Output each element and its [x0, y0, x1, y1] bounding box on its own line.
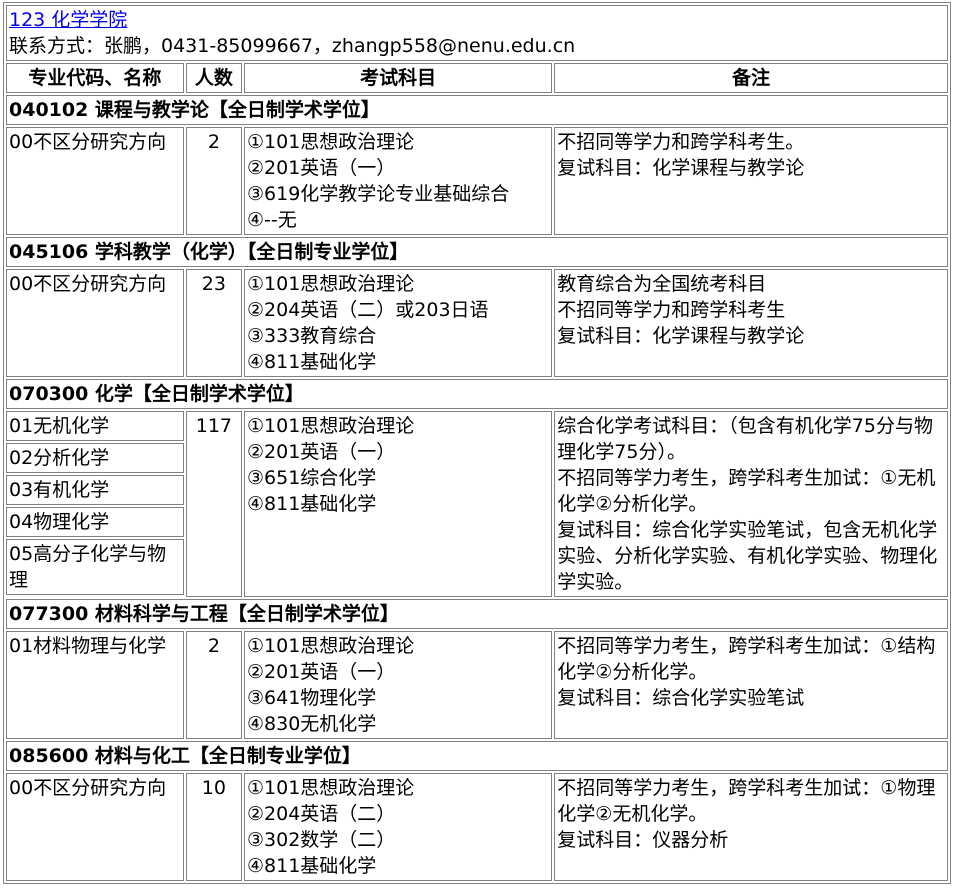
exam-subject-item: ①101思想政治理论 [246, 415, 415, 437]
direction-item: 00不区分研究方向 [9, 273, 167, 295]
exam-subject-item: ③619化学教学论专业基础综合 [246, 183, 510, 205]
section-detail-row: 01无机化学 02分析化学 03有机化学 04物理化学 05高分子化学与物理 117 ①10… [6, 411, 948, 597]
header-row: 专业代码、名称 人数 考试科目 备注 [6, 63, 948, 93]
section-title-row: 070300 化学【全日制学术学位】 [6, 379, 948, 409]
remark-item: 复试科目：仪器分析 [557, 829, 729, 851]
remark-item: 复试科目：化学课程与教学论 [557, 157, 805, 179]
department-cell: 123 化学学院 联系方式：张鹏，0431-85099667，zhangp558… [6, 5, 948, 61]
exam-subject-item: ④811基础化学 [246, 351, 377, 373]
section-title: 077300 材料科学与工程【全日制学术学位】 [6, 599, 948, 629]
remark-item: 不招同等学力和跨学科考生 [557, 299, 786, 321]
remarks: 不招同等学力和跨学科考生。 复试科目：化学课程与教学论 [554, 127, 948, 235]
remark-item: 不招同等学力和跨学科考生。 [557, 131, 805, 153]
exam-subjects: ①101思想政治理论 ②204英语（二）或203日语 ③333教育综合 ④811基础化… [243, 269, 553, 377]
section-detail-row: 00不区分研究方向 23 ①101思想政治理论 ②204英语（二）或203日语 ③333… [6, 269, 948, 377]
direction-item: 03有机化学 [6, 475, 184, 505]
remarks: 综合化学考试科目：（包含有机化学75分与物理化学75分）。 不招同等学力考生，跨学… [554, 411, 948, 597]
remark-item: 不招同等学力考生，跨学科考生加试：①无机化学②分析化学。 [557, 467, 936, 515]
exam-subject-item: ②204英语（二）或203日语 [246, 299, 489, 321]
direction-cell: 00不区分研究方向 [6, 127, 184, 235]
exam-subjects: ①101思想政治理论 ②204英语（二） ③302数学（二） ④811基础化学 [243, 773, 553, 881]
section-detail-row: 00不区分研究方向 2 ①101思想政治理论 ②201英语（一） ③619化学教学论专业… [6, 127, 948, 235]
enrollment-count: 10 [185, 773, 242, 881]
direction-item: 05高分子化学与物理 [6, 539, 184, 595]
direction-item: 04物理化学 [6, 507, 184, 537]
exam-subject-item: ③651综合化学 [246, 467, 377, 489]
section-title-row: 085600 材料与化工【全日制专业学位】 [6, 741, 948, 771]
exam-subject-item: ④830无机化学 [246, 713, 377, 735]
exam-subjects: ①101思想政治理论 ②201英语（一） ③641物理化学 ④830无机化学 [243, 631, 553, 739]
remark-item: 不招同等学力考生，跨学科考生加试：①物理化学②无机化学。 [557, 777, 936, 825]
direction-item: 01材料物理与化学 [9, 635, 167, 657]
remark-item: 复试科目：化学课程与教学论 [557, 325, 805, 347]
section-detail-row: 01材料物理与化学 2 ①101思想政治理论 ②201英语（一） ③641物理化学 ④83… [6, 631, 948, 739]
exam-subject-item: ④811基础化学 [246, 855, 377, 877]
direction-cell: 01无机化学 02分析化学 03有机化学 04物理化学 05高分子化学与物理 [6, 411, 184, 597]
department-row: 123 化学学院 联系方式：张鹏，0431-85099667，zhangp558… [6, 5, 948, 61]
direction-item: 02分析化学 [6, 443, 184, 473]
section-detail-row: 00不区分研究方向 10 ①101思想政治理论 ②204英语（二） ③302数学（二） ④… [6, 773, 948, 881]
direction-cell: 01材料物理与化学 [6, 631, 184, 739]
direction-cell: 00不区分研究方向 [6, 269, 184, 377]
exam-subject-item: ②201英语（一） [246, 661, 396, 683]
enrollment-count: 23 [185, 269, 242, 377]
exam-subjects: ①101思想政治理论 ②201英语（一） ③651综合化学 ④811基础化学 [243, 411, 553, 597]
exam-subject-item: ③302数学（二） [246, 829, 396, 851]
header-notes: 备注 [554, 63, 948, 93]
exam-subject-item: ②204英语（二） [246, 803, 396, 825]
remarks: 不招同等学力考生，跨学科考生加试：①结构化学②分析化学。复试科目：综合化学实验笔… [554, 631, 948, 739]
remark-item: 综合化学考试科目：（包含有机化学75分与物理化学75分）。 [557, 415, 933, 463]
exam-subject-item: ④811基础化学 [246, 493, 377, 515]
exam-subject-item: ④--无 [246, 209, 297, 231]
direction-item: 00不区分研究方向 [9, 777, 167, 799]
remark-item: 教育综合为全国统考科目 [557, 273, 767, 295]
remark-item: 复试科目：综合化学实验笔试 [557, 687, 805, 709]
section-title: 040102 课程与教学论【全日制学术学位】 [6, 95, 948, 125]
enrollment-count: 2 [185, 127, 242, 235]
section-title: 085600 材料与化工【全日制专业学位】 [6, 741, 948, 771]
exam-subject-item: ③333教育综合 [246, 325, 377, 347]
header-subjects: 考试科目 [243, 63, 553, 93]
exam-subjects: ①101思想政治理论 ②201英语（一） ③619化学教学论专业基础综合 ④--无 [243, 127, 553, 235]
remark-item: 不招同等学力考生，跨学科考生加试：①结构化学②分析化学。 [557, 635, 936, 683]
section-title-row: 040102 课程与教学论【全日制学术学位】 [6, 95, 948, 125]
direction-item: 00不区分研究方向 [9, 131, 167, 153]
exam-subject-item: ②201英语（一） [246, 157, 396, 179]
section-title-row: 077300 材料科学与工程【全日制学术学位】 [6, 599, 948, 629]
page: 123 化学学院 联系方式：张鹏，0431-85099667，zhangp558… [0, 0, 967, 884]
remarks: 不招同等学力考生，跨学科考生加试：①物理化学②无机化学。复试科目：仪器分析 [554, 773, 948, 881]
remark-item: 复试科目：综合化学实验笔试，包含无机化学实验、分析化学实验、有机化学实验、物理化… [557, 519, 938, 593]
program-table: 123 化学学院 联系方式：张鹏，0431-85099667，zhangp558… [3, 2, 951, 884]
section-title: 045106 学科教学（化学）【全日制专业学位】 [6, 237, 948, 267]
exam-subject-item: ③641物理化学 [246, 687, 377, 709]
exam-subject-item: ①101思想政治理论 [246, 777, 415, 799]
enrollment-count: 2 [185, 631, 242, 739]
section-title: 070300 化学【全日制学术学位】 [6, 379, 948, 409]
exam-subject-item: ①101思想政治理论 [246, 635, 415, 657]
direction-item: 01无机化学 [6, 411, 184, 441]
exam-subject-item: ①101思想政治理论 [246, 273, 415, 295]
enrollment-count: 117 [185, 411, 242, 597]
exam-subject-item: ②201英语（一） [246, 441, 396, 463]
contact-info: 联系方式：张鹏，0431-85099667，zhangp558@nenu.edu… [9, 35, 576, 57]
exam-subject-item: ①101思想政治理论 [246, 131, 415, 153]
header-count: 人数 [185, 63, 242, 93]
remarks: 教育综合为全国统考科目 不招同等学力和跨学科考生 复试科目：化学课程与教学论 [554, 269, 948, 377]
department-link[interactable]: 123 化学学院 [9, 7, 945, 33]
section-title-row: 045106 学科教学（化学）【全日制专业学位】 [6, 237, 948, 267]
direction-cell: 00不区分研究方向 [6, 773, 184, 881]
header-major: 专业代码、名称 [6, 63, 184, 93]
